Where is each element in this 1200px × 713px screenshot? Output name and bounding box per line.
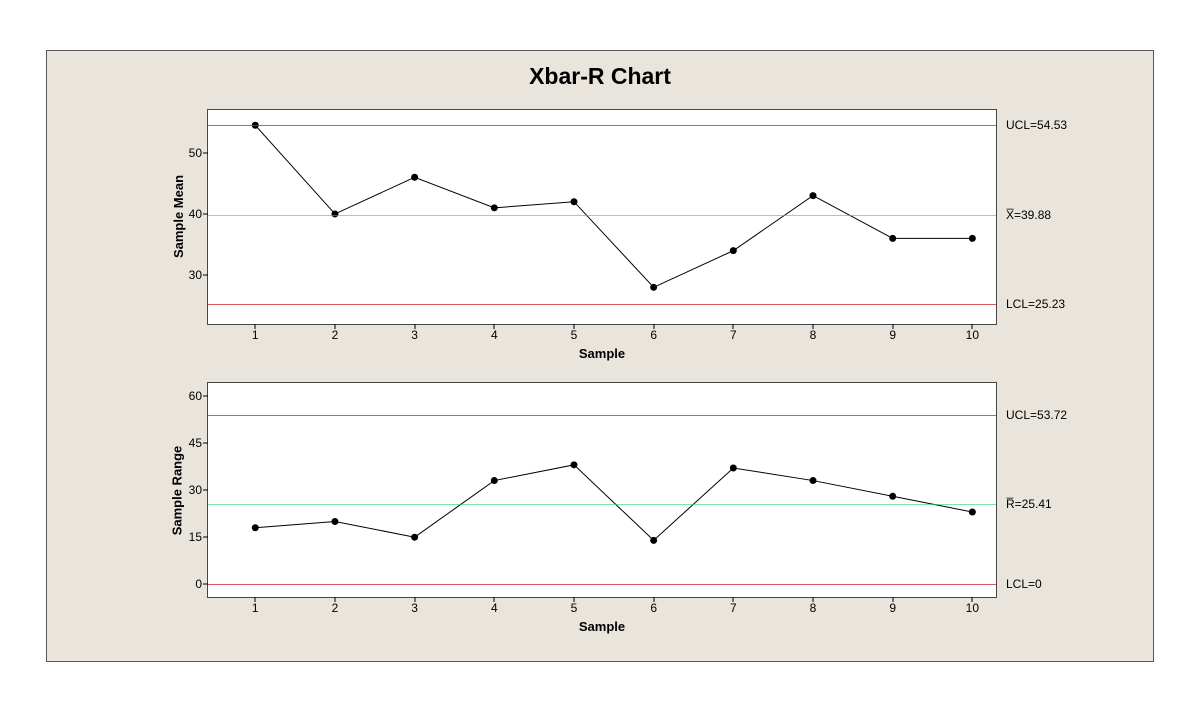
x-tick-label: 7 (718, 324, 748, 342)
x-tick-label: 7 (718, 597, 748, 615)
y-tick-label: 0 (162, 577, 208, 591)
x-tick-label: 2 (320, 597, 350, 615)
xbar-series (208, 110, 996, 324)
chart-title: Xbar-R Chart (47, 63, 1153, 90)
y-tick-label: 50 (162, 146, 208, 160)
xbar-x-axis-label: Sample (207, 346, 997, 361)
r-chart: 01530456012345678910UCL=53.72R̅=25.41LCL… (207, 382, 997, 598)
ref-line-label: X̅=39.88 (996, 208, 1051, 222)
ref-line (208, 125, 996, 126)
x-tick-label: 1 (240, 597, 270, 615)
x-tick-label: 6 (639, 324, 669, 342)
xbar-chart: 30405012345678910UCL=54.53X̅=39.88LCL=25… (207, 109, 997, 325)
x-tick-label: 8 (798, 324, 828, 342)
r-y-axis-label: Sample Range (169, 446, 184, 536)
x-tick-label: 9 (878, 597, 908, 615)
x-tick-label: 3 (400, 597, 430, 615)
x-tick-label: 10 (957, 324, 987, 342)
xbar-y-axis-label: Sample Mean (171, 175, 186, 258)
y-tick-label: 30 (162, 268, 208, 282)
chart-panel: Xbar-R Chart 30405012345678910UCL=54.53X… (46, 50, 1154, 662)
x-tick-label: 4 (479, 597, 509, 615)
x-tick-label: 4 (479, 324, 509, 342)
x-tick-label: 8 (798, 597, 828, 615)
ref-line (208, 304, 996, 305)
r-x-axis-label: Sample (207, 619, 997, 634)
ref-line (208, 415, 996, 416)
x-tick-label: 3 (400, 324, 430, 342)
ref-line-label: UCL=53.72 (996, 408, 1067, 422)
ref-line (208, 215, 996, 216)
ref-line-label: LCL=25.23 (996, 297, 1065, 311)
ref-line-label: R̅=25.41 (996, 497, 1052, 511)
x-tick-label: 1 (240, 324, 270, 342)
ref-line (208, 584, 996, 585)
ref-line (208, 504, 996, 505)
x-tick-label: 2 (320, 324, 350, 342)
ref-line-label: LCL=0 (996, 577, 1042, 591)
x-tick-label: 10 (957, 597, 987, 615)
x-tick-label: 6 (639, 597, 669, 615)
y-tick-label: 60 (162, 389, 208, 403)
ref-line-label: UCL=54.53 (996, 118, 1067, 132)
x-tick-label: 9 (878, 324, 908, 342)
x-tick-label: 5 (559, 324, 589, 342)
x-tick-label: 5 (559, 597, 589, 615)
